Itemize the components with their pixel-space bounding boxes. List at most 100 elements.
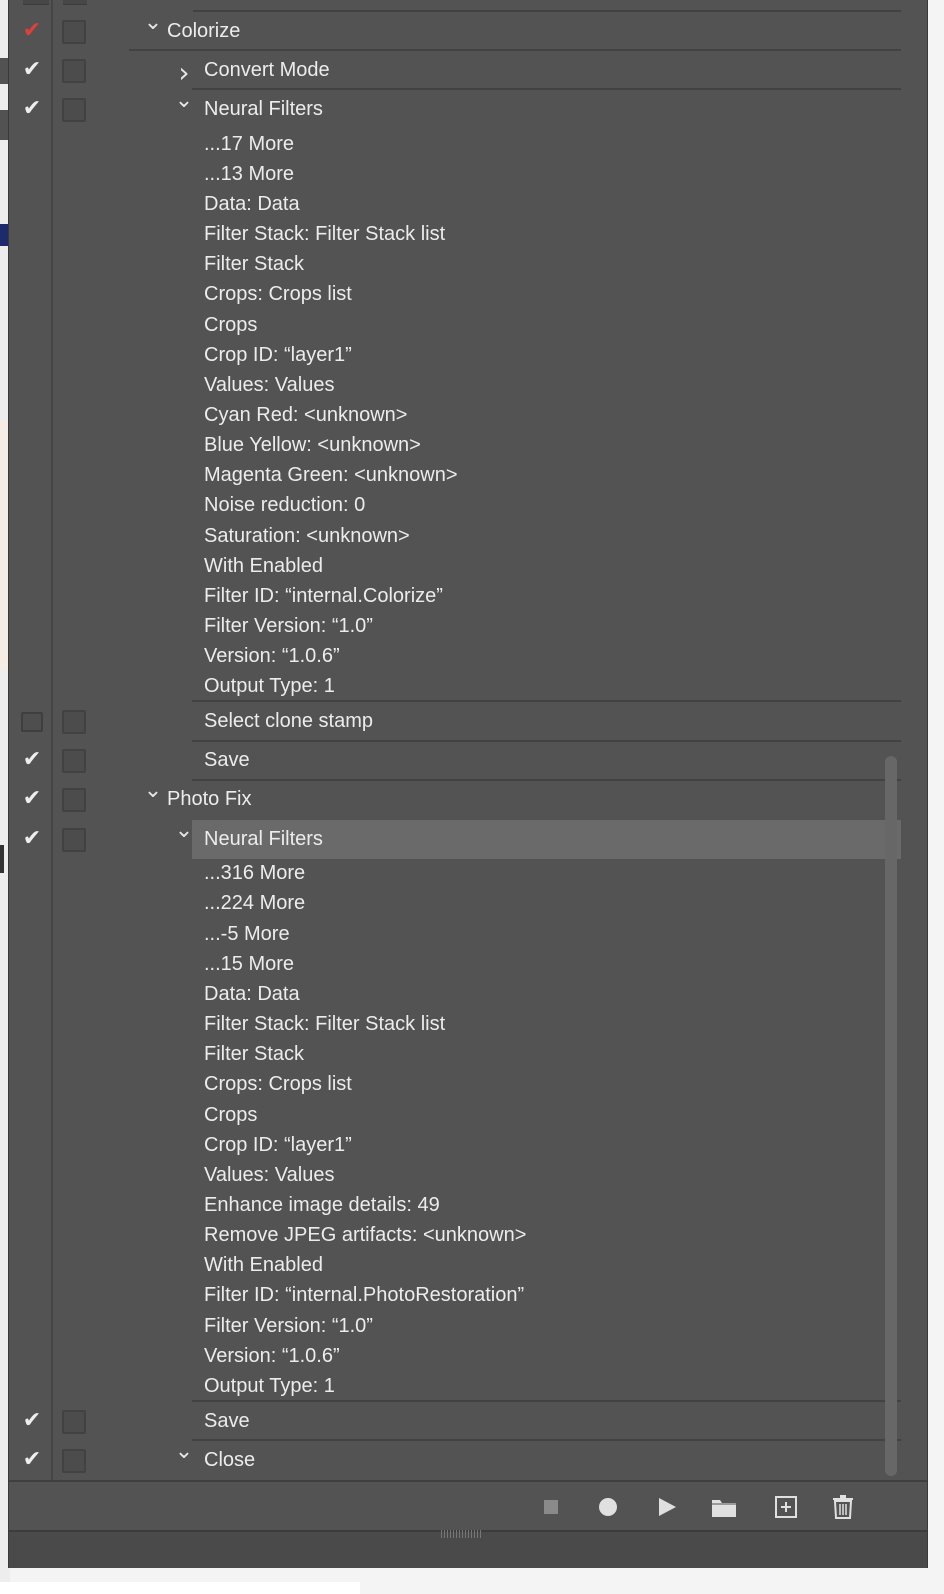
action-parameter: Filter ID: “internal.Colorize” (9, 582, 901, 612)
action-parameter: Output Type: 1 (9, 1372, 901, 1402)
parameter-text: ...17 More (204, 132, 295, 155)
scrollbar-thumb[interactable] (885, 756, 897, 1476)
background-strip (0, 1582, 360, 1594)
parameter-text: Version: “1.0.6” (204, 1344, 340, 1367)
chevron-down-icon[interactable]: ⌄ (172, 88, 196, 113)
parameter-text: ...13 More (204, 162, 295, 185)
include-toggle-empty[interactable] (21, 712, 43, 733)
action-label: Convert Mode (204, 58, 330, 81)
action-row[interactable]: ✔ ⌄ Close (9, 1439, 901, 1480)
chevron-down-icon[interactable]: ⌄ (141, 10, 165, 35)
parameter-text: ...224 More (204, 892, 306, 915)
new-action-button[interactable] (771, 1492, 801, 1522)
panel-resize-grip[interactable] (9, 1530, 927, 1568)
action-label: Save (204, 749, 250, 772)
action-row[interactable]: Select clone stamp (9, 702, 901, 742)
row-highlight (192, 1402, 901, 1442)
action-parameter: Enhance image details: 49 (9, 1191, 901, 1221)
dialog-toggle[interactable] (62, 749, 86, 774)
checkmark-icon[interactable]: ✔ (15, 1408, 49, 1433)
parameter-text: Filter ID: “internal.Colorize” (204, 584, 443, 607)
delete-button[interactable] (828, 1492, 858, 1522)
dialog-toggle[interactable] (62, 827, 86, 852)
action-label: Neural Filters (204, 827, 323, 850)
dialog-toggle[interactable] (62, 788, 86, 813)
parameter-text: ...15 More (204, 952, 295, 975)
action-parameter: Crop ID: “layer1” (9, 1131, 901, 1161)
parameter-text: Filter Stack (204, 1043, 305, 1066)
action-parameter: Cyan Red: <unknown> (9, 401, 901, 431)
action-row[interactable]: ✔ Save (9, 1402, 901, 1442)
action-parameter: ...-5 More (9, 920, 901, 950)
action-parameter: ...316 More (9, 859, 901, 889)
checkmark-icon[interactable]: ✔ (15, 57, 49, 82)
action-parameter: Saturation: <unknown> (9, 522, 901, 552)
parameter-text: Remove JPEG artifacts: <unknown> (204, 1224, 527, 1247)
parameter-text: Values: Values (204, 1163, 335, 1186)
record-icon (599, 1498, 617, 1516)
parameter-text: Data: Data (204, 982, 300, 1005)
record-button[interactable] (593, 1492, 623, 1522)
dialog-toggle[interactable] (62, 710, 86, 735)
action-parameter: Crops: Crops list (9, 280, 901, 310)
checkmark-icon[interactable]: ✔ (15, 786, 49, 811)
parameter-text: Blue Yellow: <unknown> (204, 434, 421, 457)
action-parameter: Filter Stack: Filter Stack list (9, 1010, 901, 1040)
action-parameter: Crops (9, 1100, 901, 1130)
chevron-right-icon[interactable]: › (172, 56, 196, 89)
dialog-toggle[interactable] (62, 97, 86, 122)
action-row[interactable]: ✔ ⌄ Neural Filters (9, 88, 901, 129)
action-parameter: Crop ID: “layer1” (9, 341, 901, 371)
action-parameter: Filter Version: “1.0” (9, 1312, 901, 1342)
action-label: Save (204, 1409, 250, 1432)
new-set-button[interactable] (709, 1492, 739, 1522)
checkmark-icon[interactable]: ✔ (15, 747, 49, 772)
chevron-down-icon[interactable]: ⌄ (172, 1439, 196, 1464)
action-parameter: Noise reduction: 0 (9, 491, 901, 521)
parameter-text: Crops: Crops list (204, 283, 352, 306)
stop-button[interactable] (536, 1492, 566, 1522)
dialog-toggle[interactable] (62, 19, 86, 44)
action-parameter: ...224 More (9, 889, 901, 919)
action-parameter: Data: Data (9, 190, 901, 220)
checkmark-icon[interactable]: ✔ (15, 1447, 49, 1472)
action-row[interactable]: ✔ Save (9, 742, 901, 781)
dialog-toggle[interactable] (62, 58, 86, 83)
parameter-text: Filter Stack: Filter Stack list (204, 223, 446, 246)
row-highlight (129, 12, 901, 52)
action-parameter: Filter Stack (9, 250, 901, 280)
action-row[interactable]: ✔ ⌄ Neural Filters (9, 818, 901, 860)
parameter-text: Cyan Red: <unknown> (204, 404, 408, 426)
parameter-text: Filter Version: “1.0” (204, 1314, 373, 1337)
folder-icon (712, 1500, 736, 1517)
row-highlight (192, 1441, 901, 1480)
action-parameter: Output Type: 1 (9, 672, 901, 703)
checkmark-icon[interactable]: ✔ (15, 18, 49, 43)
trash-icon (833, 1495, 853, 1519)
action-row[interactable]: ✔ ⌄ Photo Fix (9, 778, 901, 820)
checkmark-icon[interactable]: ✔ (15, 826, 49, 851)
parameter-text: Magenta Green: <unknown> (204, 464, 458, 487)
parameter-text: Data: Data (204, 192, 300, 215)
play-icon (659, 1498, 676, 1516)
action-row[interactable]: ✔ ⌄ Colorize (9, 10, 901, 52)
dialog-toggle[interactable] (62, 1448, 86, 1473)
action-row[interactable]: ✔ › Convert Mode (9, 51, 901, 91)
parameter-text: ...316 More (204, 862, 306, 885)
dialog-toggle[interactable] (62, 1409, 86, 1434)
action-label: Select clone stamp (204, 710, 373, 733)
action-parameter: Version: “1.0.6” (9, 642, 901, 672)
action-parameter: ...13 More (9, 160, 901, 190)
action-parameter: With Enabled (9, 1251, 901, 1281)
chevron-down-icon[interactable]: ⌄ (141, 778, 165, 803)
action-parameter: Filter Version: “1.0” (9, 612, 901, 642)
parameter-text: ...-5 More (204, 922, 290, 945)
chevron-down-icon[interactable]: ⌄ (172, 818, 196, 843)
parameter-text: Filter Stack: Filter Stack list (204, 1013, 446, 1036)
checkmark-icon[interactable]: ✔ (15, 96, 49, 121)
play-button[interactable] (652, 1492, 682, 1522)
new-item-icon (775, 1496, 797, 1518)
action-parameter: With Enabled (9, 552, 901, 582)
action-parameter: Crops (9, 311, 901, 341)
parameter-text: Output Type: 1 (204, 1374, 335, 1397)
